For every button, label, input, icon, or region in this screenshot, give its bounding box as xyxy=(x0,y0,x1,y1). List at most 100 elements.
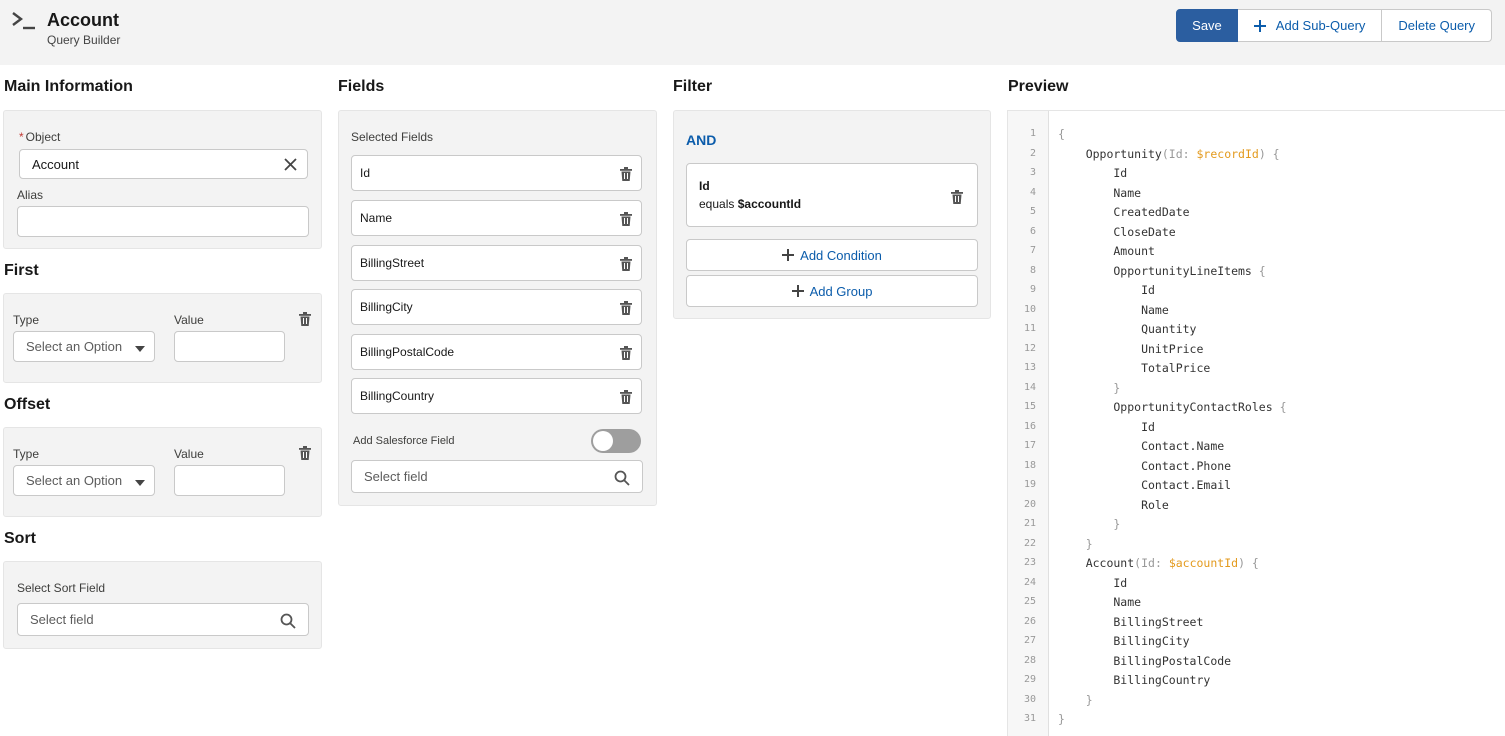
line-number: 15 xyxy=(1023,401,1036,412)
object-label-text: Object xyxy=(25,130,61,144)
offset-value-label: Value xyxy=(174,447,204,461)
code-line: { xyxy=(1058,127,1065,141)
code-line: Name xyxy=(1058,185,1142,200)
selected-field-name: BillingStreet xyxy=(360,256,425,270)
line-number: 22 xyxy=(1023,537,1036,549)
trash-icon[interactable] xyxy=(620,390,632,404)
first-type-value: Select an Option xyxy=(26,339,123,354)
selected-field-item[interactable]: BillingCountry xyxy=(351,378,642,414)
field-search-input[interactable]: Select field xyxy=(351,460,643,493)
code-line: CreatedDate xyxy=(1058,205,1190,219)
chevron-down-icon xyxy=(135,480,145,486)
code-line: Contact.Name xyxy=(1058,439,1225,453)
code-line: Quantity xyxy=(1058,322,1197,336)
save-button-label: Save xyxy=(1192,18,1222,33)
condition-operator: equals xyxy=(699,197,735,211)
save-button[interactable]: Save xyxy=(1176,9,1238,42)
page-title: Account xyxy=(47,10,119,30)
object-field[interactable]: Account xyxy=(19,149,308,179)
code-line: BillingCity xyxy=(1058,634,1190,648)
trash-icon[interactable] xyxy=(299,446,311,460)
offset-type-label: Type xyxy=(13,447,40,461)
preview-title: Preview xyxy=(1008,78,1069,95)
code-line: Opportunity(Id: $recordId) { xyxy=(1058,146,1280,161)
add-subquery-button[interactable]: Add Sub-Query xyxy=(1237,9,1383,42)
selected-field-item[interactable]: BillingPostalCode xyxy=(351,334,642,370)
code-line: BillingPostalCode xyxy=(1058,653,1232,668)
line-number: 3 xyxy=(1029,167,1036,178)
add-condition-label: Add Condition xyxy=(800,247,882,263)
line-number: 5 xyxy=(1029,206,1036,217)
alias-field[interactable] xyxy=(17,206,309,237)
line-number: 10 xyxy=(1023,303,1036,315)
selected-field-item[interactable]: Id xyxy=(351,155,642,191)
add-group-label: Add Group xyxy=(809,283,873,299)
selected-field-name: BillingCity xyxy=(360,300,413,314)
add-group-button[interactable]: Add Group xyxy=(686,275,978,307)
trash-icon[interactable] xyxy=(620,301,632,315)
add-condition-button[interactable]: Add Condition xyxy=(686,239,978,271)
selected-fields-label: Selected Fields xyxy=(351,130,434,144)
first-value-label: Value xyxy=(174,313,204,327)
code-line: } xyxy=(1085,536,1093,551)
page-header: Account Query Builder Save Add Sub-Query… xyxy=(0,0,1505,65)
object-field-value: Account xyxy=(32,156,79,172)
add-subquery-label: Add Sub-Query xyxy=(1275,18,1366,33)
code-line: Role xyxy=(1058,497,1169,512)
line-number: 28 xyxy=(1023,654,1036,666)
code-line: Id xyxy=(1058,283,1155,297)
filter-condition-card[interactable]: Id equals $accountId xyxy=(686,163,978,227)
line-number: 27 xyxy=(1023,635,1036,646)
offset-value-input[interactable] xyxy=(174,465,285,496)
line-number: 9 xyxy=(1029,284,1036,295)
code-line: } xyxy=(1058,712,1065,726)
condition-field: Id xyxy=(699,179,710,193)
trash-icon[interactable] xyxy=(951,190,963,204)
add-salesforce-field-toggle[interactable] xyxy=(591,429,641,453)
sort-field-search[interactable]: Select field xyxy=(17,603,309,636)
selected-field-name: Id xyxy=(360,166,371,180)
code-line: Contact.Phone xyxy=(1058,458,1232,473)
delete-query-button[interactable]: Delete Query xyxy=(1382,9,1492,42)
line-number: 26 xyxy=(1023,615,1036,627)
code-line: Id xyxy=(1058,419,1155,434)
trash-icon[interactable] xyxy=(299,312,311,326)
close-icon[interactable] xyxy=(284,158,297,171)
selected-field-item[interactable]: BillingCity xyxy=(351,289,642,325)
line-number: 25 xyxy=(1023,596,1036,607)
delete-query-label: Delete Query xyxy=(1398,18,1475,33)
page-subtitle: Query Builder xyxy=(47,33,121,47)
line-number: 6 xyxy=(1029,225,1036,237)
field-search-placeholder: Select field xyxy=(364,469,428,484)
trash-icon[interactable] xyxy=(620,212,632,226)
line-number: 20 xyxy=(1023,498,1036,510)
trash-icon[interactable] xyxy=(620,346,632,360)
query-preview[interactable]: 1 2 3 4 5 6 7 8 9 10 11 12 13 14 15 16 17 18 19 20 21 22 23 24 2… xyxy=(1007,110,1505,736)
selected-field-item[interactable]: BillingStreet xyxy=(351,245,642,281)
line-number: 7 xyxy=(1029,245,1036,256)
plus-icon xyxy=(1253,19,1266,32)
filter-group-operator[interactable]: AND xyxy=(686,132,716,148)
condition-value: $accountId xyxy=(737,197,802,211)
offset-type-select[interactable]: Select an Option xyxy=(13,465,155,496)
toggle-knob xyxy=(593,431,613,451)
code-line: Id xyxy=(1058,166,1128,180)
plus-icon xyxy=(791,285,804,297)
fields-panel: Selected Fields Id Name BillingStreet Bi… xyxy=(338,110,657,506)
code-line: OpportunityContactRoles { xyxy=(1058,400,1287,414)
trash-icon[interactable] xyxy=(620,167,632,181)
selected-field-item[interactable]: Name xyxy=(351,200,642,236)
first-value-input[interactable] xyxy=(174,331,285,362)
filter-panel: AND Id equals $accountId Add Condition A… xyxy=(673,110,991,319)
required-mark: * xyxy=(19,130,24,144)
first-title: First xyxy=(4,262,39,279)
code-line: CloseDate xyxy=(1058,224,1176,239)
selected-field-name: Name xyxy=(360,211,393,225)
code-line: } xyxy=(1085,692,1093,707)
trash-icon[interactable] xyxy=(620,257,632,271)
code-line: Account(Id: $accountId) { xyxy=(1058,556,1259,570)
code-line: BillingCountry xyxy=(1058,673,1211,687)
line-number: 12 xyxy=(1023,342,1036,354)
plus-icon xyxy=(782,249,795,261)
first-type-select[interactable]: Select an Option xyxy=(13,331,155,362)
